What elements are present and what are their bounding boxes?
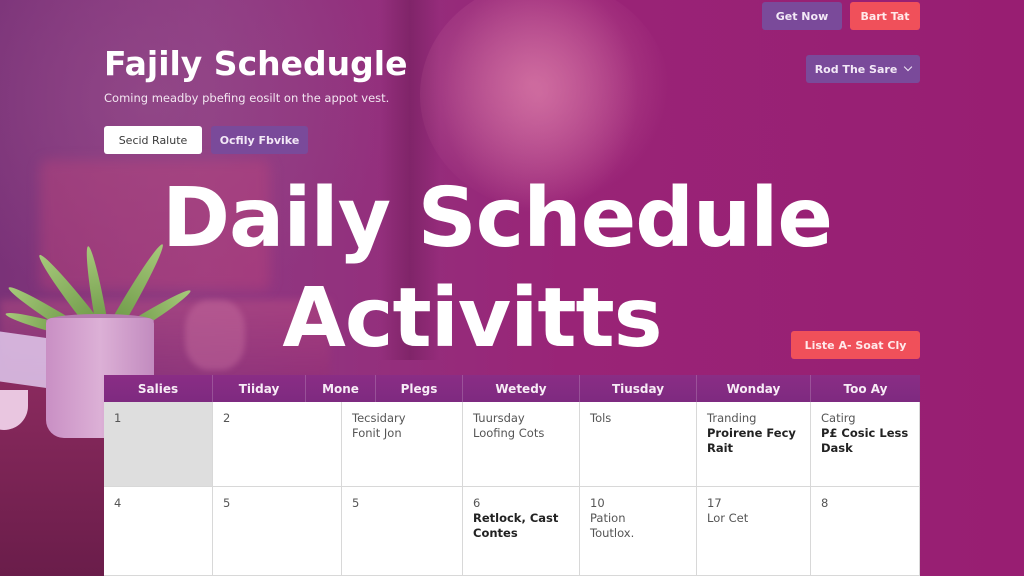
schedule-cell[interactable]: Tranding Proirene Fecy Rait xyxy=(697,402,811,487)
cell-day-number: 8 xyxy=(821,496,829,510)
schedule-cell[interactable]: Tuursday Loofing Cots xyxy=(463,402,580,487)
cell-event-text: Loofing Cots xyxy=(473,426,545,440)
page-subtitle: Coming meadby pbefing eosilt on the appo… xyxy=(104,91,390,105)
cell-event-title: Dask xyxy=(821,441,853,455)
cell-event-title: Contes xyxy=(473,526,518,540)
cell-event-title: Proirene Fecy xyxy=(707,426,796,440)
cell-day-number: 5 xyxy=(352,496,360,510)
cell-event-text: Catirg xyxy=(821,411,856,425)
column-header[interactable]: Mone xyxy=(306,375,376,402)
column-header[interactable]: Tiusday xyxy=(580,375,697,402)
cell-day-number: 17 xyxy=(707,496,722,510)
get-now-button[interactable]: Get Now xyxy=(762,2,842,30)
cell-event-text: Tuursday xyxy=(473,411,525,425)
column-header[interactable]: Salies xyxy=(104,375,213,402)
cell-day-number: 2 xyxy=(223,411,231,425)
cell-day-number: 5 xyxy=(223,496,231,510)
page-title: Fajily Schedugle xyxy=(104,44,408,83)
cell-event-text: Pation xyxy=(590,511,626,525)
table-header: Salies Tiiday Mone Plegs Wetedy Tiusday Wonday… xyxy=(104,375,920,402)
hero-heading-line2-text: Activitts xyxy=(282,271,662,366)
secondary-action-button[interactable]: Ocfily Fbvike xyxy=(211,126,308,154)
cell-event-text: Tols xyxy=(590,411,612,425)
read-select-label: Rod The Sare xyxy=(814,62,898,76)
column-header[interactable]: Wonday xyxy=(697,375,811,402)
schedule-cell[interactable]: 6 Retlock, Cast Contes xyxy=(463,487,580,576)
schedule-cell[interactable]: 8 xyxy=(811,487,920,576)
hero-heading-line1: Daily Schedule xyxy=(0,178,1024,260)
table-body: 1 2 Tecsidary Fonit Jon Tuursday Loofing Cots… xyxy=(104,402,920,576)
column-header[interactable]: Too Ay xyxy=(811,375,920,402)
read-select-dropdown[interactable]: Rod The Sare xyxy=(806,55,920,83)
schedule-cell[interactable]: Tecsidary Fonit Jon xyxy=(342,402,463,487)
start-tab-button[interactable]: Bart Tat xyxy=(850,2,920,30)
hero-heading-line1-text: Daily Schedule xyxy=(161,171,833,266)
schedule-cell[interactable]: 1 xyxy=(104,402,213,487)
cell-event-text: Tranding xyxy=(707,411,757,425)
cell-event-text: Fonit Jon xyxy=(352,426,402,440)
cell-event-title: P£ Cosic Less xyxy=(821,426,909,440)
column-header[interactable]: Tiiday xyxy=(213,375,306,402)
column-header[interactable]: Plegs xyxy=(376,375,463,402)
primary-action-button[interactable]: Secid Ralute xyxy=(104,126,202,154)
schedule-cell[interactable]: Catirg P£ Cosic Less Dask xyxy=(811,402,920,487)
cell-day-number: 10 xyxy=(590,496,605,510)
cell-event-text: Toutlox. xyxy=(590,526,635,540)
schedule-cell[interactable]: 10 Pation Toutlox. xyxy=(580,487,697,576)
schedule-cell[interactable]: 5 xyxy=(213,487,342,576)
schedule-cell[interactable]: 17 Lor Cet xyxy=(697,487,811,576)
schedule-cell[interactable]: 4 xyxy=(104,487,213,576)
schedule-cell[interactable]: 5 xyxy=(342,487,463,576)
cell-event-text: Lor Cet xyxy=(707,511,749,525)
column-header[interactable]: Wetedy xyxy=(463,375,580,402)
list-activities-button[interactable]: Liste A- Soat Cly xyxy=(791,331,920,359)
cell-day-number: 4 xyxy=(114,496,122,510)
schedule-cell[interactable]: 2 xyxy=(213,402,342,487)
cell-day-number: 6 xyxy=(473,496,481,510)
cell-event-title: Retlock, Cast xyxy=(473,511,559,525)
cell-day-number: 1 xyxy=(114,411,122,425)
schedule-table: Salies Tiiday Mone Plegs Wetedy Tiusday Wonday… xyxy=(104,375,920,576)
chevron-down-icon xyxy=(904,62,913,72)
cell-event-text: Tecsidary xyxy=(352,411,406,425)
cell-event-title: Rait xyxy=(707,441,734,455)
schedule-cell[interactable]: Tols xyxy=(580,402,697,487)
